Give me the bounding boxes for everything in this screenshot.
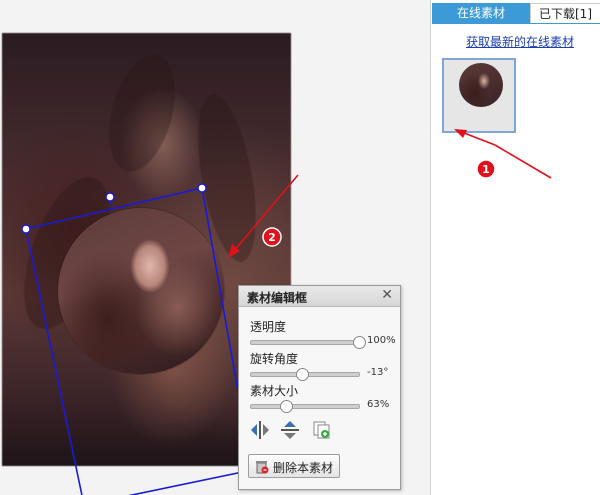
material-tabs: 在线素材 已下载[1] (432, 3, 600, 23)
downloaded-material-thumbnail[interactable] (442, 58, 516, 133)
material-side-panel: 在线素材 已下载[1] 获取最新的在线素材 (430, 0, 600, 495)
tab-online-materials[interactable]: 在线素材 (432, 3, 530, 23)
tab-downloaded[interactable]: 已下载[1] (530, 3, 600, 23)
close-icon[interactable]: ✕ (381, 287, 393, 303)
rotation-label: 旋转角度 (250, 352, 299, 366)
delete-button-label: 删除本素材 (273, 461, 334, 475)
flip-horizontal-icon[interactable] (249, 419, 271, 441)
editor-titlebar[interactable]: 素材编辑框 ✕ (239, 286, 400, 307)
rotation-value: -13° (367, 367, 389, 378)
size-slider-thumb[interactable] (280, 400, 293, 413)
rotation-slider-thumb[interactable] (296, 368, 309, 381)
circle-portrait-thumbnail (459, 63, 503, 107)
delete-material-button[interactable]: 删除本素材 (248, 454, 340, 478)
size-label: 素材大小 (250, 384, 299, 398)
flip-vertical-icon[interactable] (279, 419, 301, 441)
tab-divider (432, 23, 600, 24)
opacity-value: 100% (367, 335, 396, 346)
editor-title: 素材编辑框 (247, 291, 308, 305)
size-slider[interactable] (250, 400, 360, 413)
circular-material-overlay[interactable] (58, 208, 224, 374)
material-editor-dialog: 素材编辑框 ✕ 透明度 100% 旋转角度 -13° 素材大小 63% 删除本素… (238, 285, 401, 490)
opacity-label: 透明度 (250, 320, 287, 334)
copy-material-icon[interactable] (311, 419, 333, 441)
size-value: 63% (367, 399, 390, 410)
trash-icon (256, 461, 269, 474)
rotation-slider[interactable] (250, 368, 360, 381)
canvas-area: 2 素材编辑框 ✕ 透明度 100% 旋转角度 -13° 素材大小 63% 删除… (0, 0, 430, 495)
opacity-slider[interactable] (250, 336, 366, 349)
get-latest-materials-link[interactable]: 获取最新的在线素材 (466, 33, 574, 50)
opacity-slider-thumb[interactable] (353, 336, 366, 349)
